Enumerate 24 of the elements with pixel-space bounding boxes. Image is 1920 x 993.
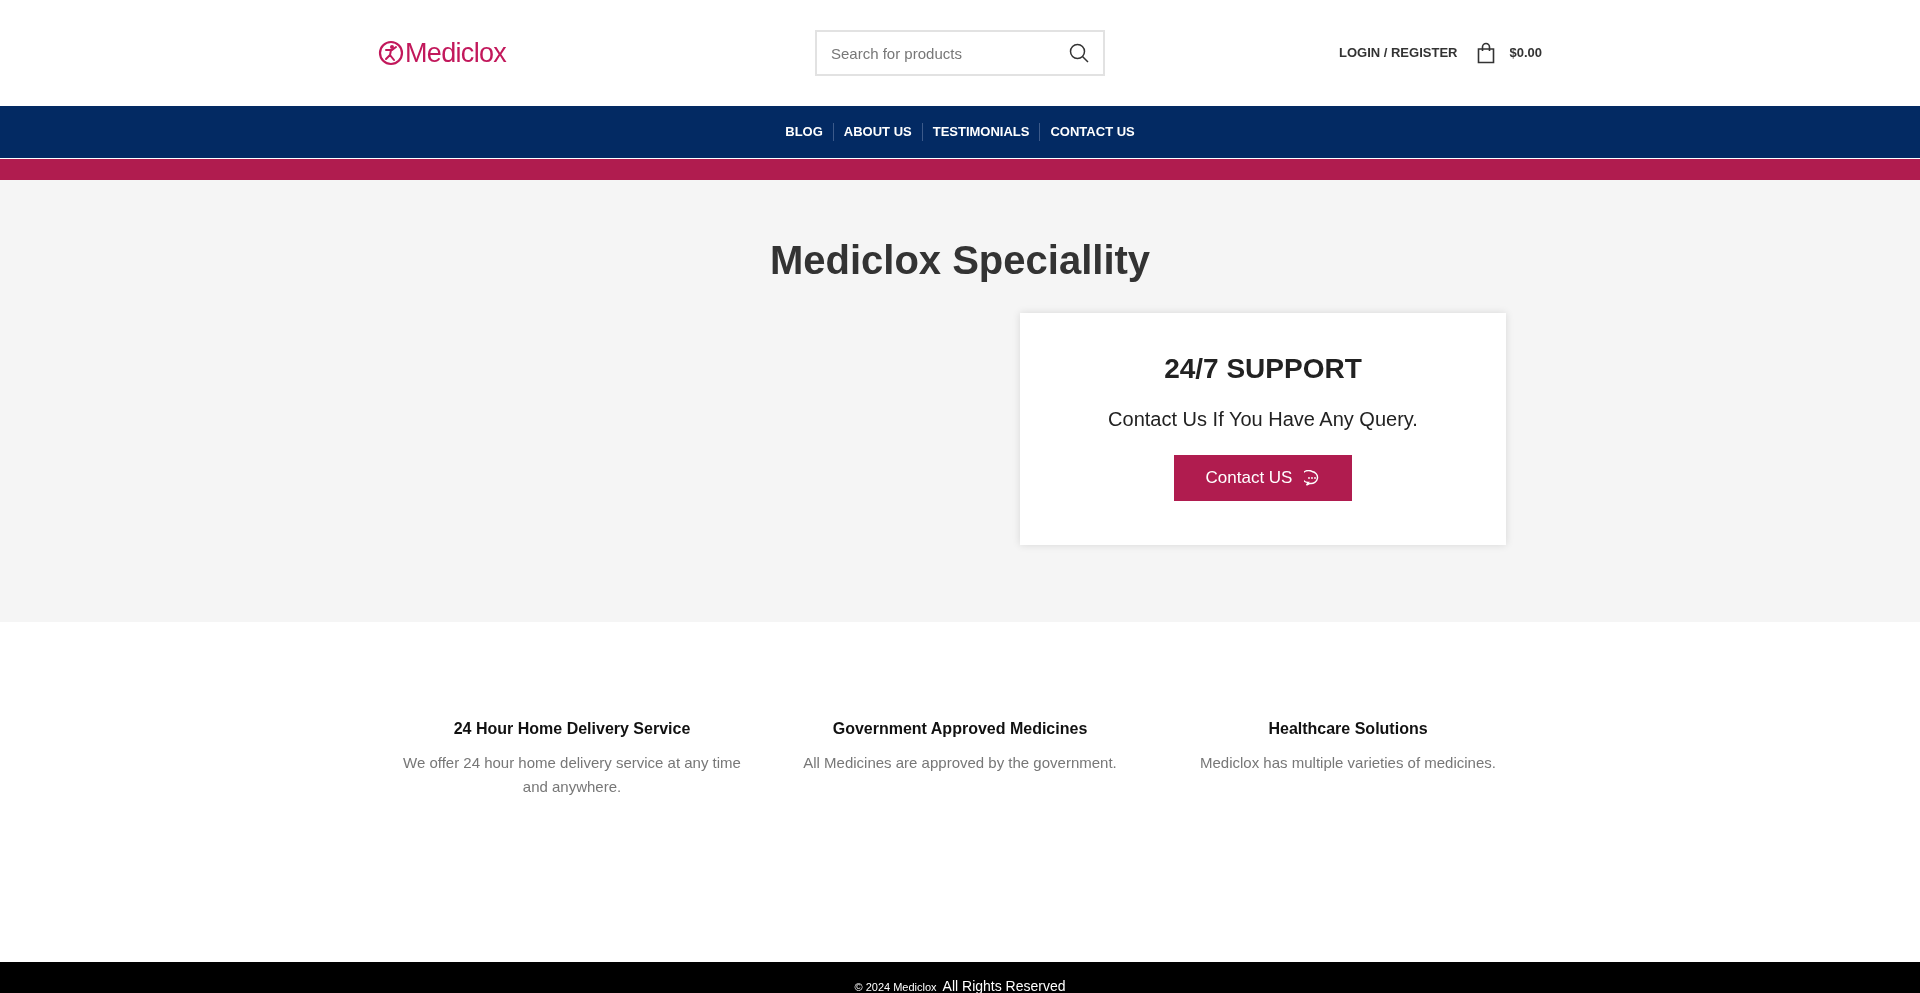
feature-text: All Medicines are approved by the government.	[803, 753, 1117, 773]
logo-text[interactable]: Mediclox	[405, 32, 507, 74]
nav-link[interactable]: ABOUT US	[833, 122, 922, 142]
copyright-text: © 2024 Mediclox	[854, 982, 937, 993]
nav-link[interactable]: CONTACT US	[1040, 122, 1145, 142]
nav-link[interactable]: BLOG	[775, 122, 833, 142]
nav-link[interactable]: TESTIMONIALS	[922, 122, 1040, 142]
card-text: Contact Us If You Have Any Query.	[1108, 409, 1418, 429]
rights-text: All Rights Reserved	[942, 979, 1066, 993]
contact-button[interactable]: Contact US	[1174, 455, 1352, 501]
feature-title: 24 Hour Home Delivery Service	[453, 721, 691, 737]
feature-title: Healthcare Solutions	[1268, 721, 1428, 737]
card-title: 24/7 SUPPORT	[1164, 355, 1362, 383]
login-register-link[interactable]: LOGIN / REGISTER	[1339, 43, 1458, 63]
cart-total[interactable]: $0.00	[1509, 43, 1542, 63]
search-icon[interactable]	[1069, 43, 1089, 63]
feature-text: Mediclox has multiple varieties of medicines.	[1200, 753, 1496, 773]
chat-bubble-icon	[1304, 470, 1321, 486]
section-title: Mediclox Speciallity	[769, 240, 1151, 280]
feature-text: We offer 24 hour home delivery service at any time and anywhere.	[402, 753, 742, 797]
search-field[interactable]: Search for products	[815, 30, 1105, 76]
feature-title: Government Approved Medicines	[832, 721, 1088, 737]
logo-icon	[378, 40, 404, 66]
shopping-bag-icon[interactable]	[1477, 42, 1496, 64]
